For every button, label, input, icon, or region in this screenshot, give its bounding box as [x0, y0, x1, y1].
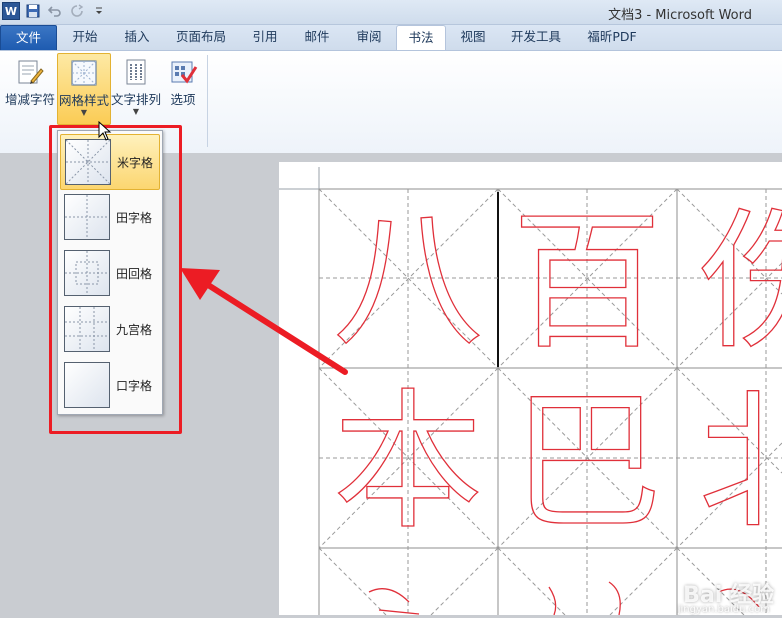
watermark-url: jingyan.baidu.com — [677, 604, 770, 615]
annotation-arrow — [180, 268, 348, 375]
mouse-cursor-icon — [98, 121, 112, 141]
